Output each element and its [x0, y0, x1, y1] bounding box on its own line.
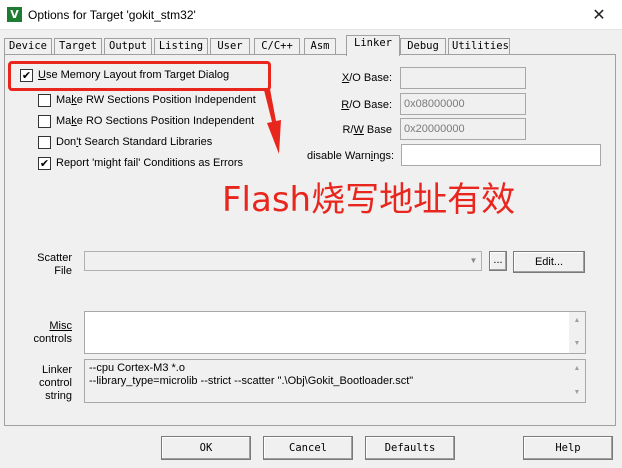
- scroll-down-icon[interactable]: ▼: [569, 337, 585, 351]
- ok-button[interactable]: OK: [161, 436, 251, 460]
- rw-base-label: R/W Base: [342, 124, 392, 136]
- scatter-file-label: Scatter File: [37, 252, 72, 277]
- label-part: Don: [56, 136, 77, 148]
- keil-app-icon: V: [7, 7, 22, 22]
- disable-warnings-label: disable Warnings:: [306, 150, 394, 162]
- tab-user[interactable]: User: [210, 38, 250, 55]
- tab-strip: Device Target Output Listing User C/C++ …: [4, 35, 616, 56]
- misc-controls-input[interactable]: ▲ ▼: [84, 311, 586, 354]
- linker-control-string-text: --cpu Cortex-M3 *.o --library_type=micro…: [89, 362, 414, 387]
- label-part: Ma: [56, 115, 72, 127]
- close-icon[interactable]: ✕: [576, 0, 622, 30]
- checkbox-box[interactable]: [38, 157, 51, 170]
- tab-debug[interactable]: Debug: [400, 38, 446, 55]
- ro-base-input[interactable]: 0x08000000: [400, 93, 526, 115]
- checkbox-label: t Search Standard Libraries: [78, 136, 213, 148]
- window-title: Options for Target 'gokit_stm32': [28, 8, 196, 22]
- cancel-button[interactable]: Cancel: [263, 436, 353, 460]
- help-button[interactable]: Help: [523, 436, 613, 460]
- scroll-up-icon[interactable]: ▲: [569, 362, 585, 376]
- misc-scrollbar[interactable]: ▲ ▼: [569, 312, 585, 353]
- xo-base-input[interactable]: [400, 67, 526, 89]
- tab-target[interactable]: Target: [54, 38, 102, 55]
- checkbox-box[interactable]: [38, 136, 51, 149]
- dont-search-checkbox[interactable]: Don't Search Standard Libraries: [38, 136, 212, 150]
- make-rw-checkbox[interactable]: Make RW Sections Position Independent: [38, 94, 256, 108]
- scroll-down-icon[interactable]: ▼: [569, 386, 585, 400]
- linker-control-string-box[interactable]: --cpu Cortex-M3 *.o --library_type=micro…: [84, 359, 586, 403]
- scroll-up-icon[interactable]: ▲: [569, 314, 585, 328]
- chevron-down-icon[interactable]: ▼: [466, 252, 481, 270]
- tab-cpp[interactable]: C/C++: [254, 38, 300, 55]
- rw-base-input[interactable]: 0x20000000: [400, 118, 526, 140]
- make-ro-checkbox[interactable]: Make RO Sections Position Independent: [38, 115, 254, 129]
- tab-listing[interactable]: Listing: [154, 38, 208, 55]
- linker-scrollbar[interactable]: ▲ ▼: [569, 360, 585, 402]
- scatter-browse-button[interactable]: ...: [489, 251, 507, 271]
- checkbox-label: Report 'might fail' Conditions as Errors: [56, 157, 243, 169]
- highlight-box: [8, 61, 271, 91]
- tab-utilities[interactable]: Utilities: [448, 38, 510, 55]
- tab-device[interactable]: Device: [4, 38, 52, 55]
- tab-asm[interactable]: Asm: [304, 38, 336, 55]
- dialog-button-bar: OK Cancel Defaults Help: [0, 432, 622, 468]
- tab-output[interactable]: Output: [104, 38, 152, 55]
- misc-controls-label: Misc controls: [33, 320, 72, 345]
- scatter-edit-button[interactable]: Edit...: [513, 251, 585, 273]
- scatter-file-combo[interactable]: ▼: [84, 251, 482, 271]
- defaults-button[interactable]: Defaults: [365, 436, 455, 460]
- label-part: Ma: [56, 94, 72, 106]
- tab-linker[interactable]: Linker: [346, 35, 400, 56]
- checkbox-label: e RW Sections Position Independent: [76, 94, 256, 106]
- checkbox-box[interactable]: [38, 94, 51, 107]
- disable-warnings-input[interactable]: [401, 144, 601, 166]
- xo-base-label: X/O Base:: [341, 72, 392, 84]
- checkbox-label: e RO Sections Position Independent: [76, 115, 255, 127]
- annotation-text: Flash烧写地址有效: [222, 180, 516, 220]
- ro-base-label: R/O Base:: [341, 99, 392, 111]
- might-fail-checkbox[interactable]: Report 'might fail' Conditions as Errors: [38, 157, 243, 171]
- title-bar: V Options for Target 'gokit_stm32' ✕: [0, 0, 622, 30]
- red-arrow-icon: [264, 89, 281, 154]
- linker-control-string-label: Linker control string: [38, 364, 72, 402]
- checkbox-box[interactable]: [38, 115, 51, 128]
